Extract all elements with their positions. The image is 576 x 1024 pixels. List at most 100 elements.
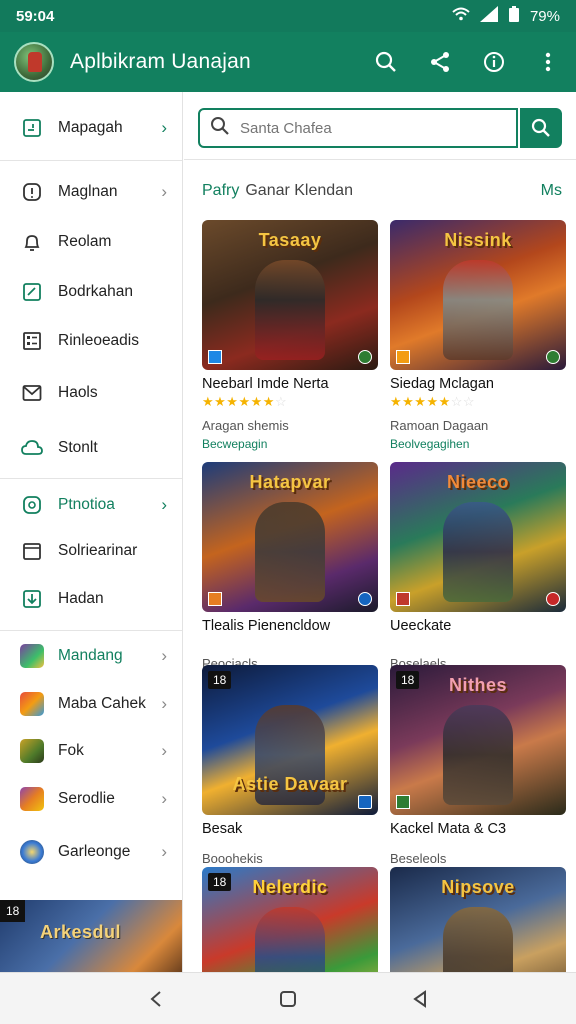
sidebar-item-fok[interactable]: Fok › [0,729,182,773]
divider [0,160,182,161]
game-logo: Nipsove [441,877,515,897]
sidebar-promo-banner[interactable]: 18 Arkesdul [0,900,182,972]
chevron-right-icon: › [161,741,167,760]
sidebar-item-haols[interactable]: Haols [0,371,182,415]
game-thumbnail: Hatapvar [202,462,378,612]
game-tag[interactable]: Beolvegagihen [390,437,566,451]
game-thumbnail: 18 Astie Davaar [202,665,378,815]
sidebar-item-solriearinar[interactable]: Solriearinar [0,529,182,573]
sidebar-item-mandang[interactable]: Mandang › [0,634,182,678]
game-character-art [443,502,513,602]
battery-percent: 79% [529,7,560,25]
sidebar-item-label: Solriearinar [58,542,138,559]
main-content: Pafry Ganar Klendan Ms Tasaay Neebarl Im… [184,92,576,972]
game-title: Neebarl Imde Nerta [202,376,329,392]
edit-box-icon [20,280,44,304]
sidebar-item-stonlt[interactable]: Stonlt [0,426,182,470]
game-character-art [443,907,513,972]
search-input[interactable] [240,119,490,137]
sidebar-item-maba-cahek[interactable]: Maba Cahek › [0,682,182,726]
sidebar-item-maglnan[interactable]: Maglnan › [0,170,182,214]
game-card[interactable]: Tasaay Neebarl Imde Nerta ★★★★★★☆ Aragan… [202,220,378,451]
game-card[interactable]: 18 Nelerdic [202,867,378,972]
app-bar: Aplbikram Uanajan [0,32,576,92]
system-nav-bar [0,972,576,1024]
see-more-link[interactable]: Ms [541,182,562,200]
game-thumbnail: Tasaay [202,220,378,370]
sidebar-item-label: Maba Cahek [58,695,146,712]
game-developer: Booohekis [202,851,263,866]
divider [0,478,182,479]
sidebar-item-label: Fok [58,742,84,759]
chevron-right-icon: › [161,646,167,665]
game-card[interactable]: Nieeco Ueeckate Boselaels [390,462,566,671]
game-logo: Hatapvar [249,472,331,492]
grid-list-icon [20,329,44,353]
game-logo: Astie Davaar [232,774,348,794]
chevron-right-icon: › [161,842,167,861]
banner-title: Arkesdul [40,922,122,942]
game-thumbnail: Nieeco [390,462,566,612]
game-logo: Nelerdic [252,877,328,897]
platform-badge-icon [396,795,410,809]
platform-badge-icon [396,592,410,606]
chevron-right-icon: › [161,789,167,808]
status-bar: 59:04 79% [0,0,576,32]
sidebar-item-serodlie[interactable]: Serodlie › [0,777,182,821]
sidebar-item-label: Rinleoeadis [58,332,139,349]
app-logo[interactable] [14,42,54,82]
rating-badge-icon [358,795,372,809]
sidebar-item-label: Garleonge [58,843,131,860]
sidebar-item-rinleoeadis[interactable]: Rinleoeadis [0,319,182,363]
mail-icon [20,381,44,405]
sidebar-item-label: Reolam [58,233,112,250]
game-title: Kackel Mata & C3 [390,821,507,837]
game-card[interactable]: 18 Nithes Kackel Mata & C3 Beseleols [390,665,566,866]
recents-icon[interactable] [406,985,434,1013]
game-title: Besak [202,821,243,837]
sidebar-item-garleonge[interactable]: Garleonge › [0,830,182,874]
search-icon[interactable] [372,48,400,76]
platform-badge-icon [396,350,410,364]
info-card-icon [20,180,44,204]
more-vert-icon[interactable] [534,48,562,76]
star-rating: ★★★★★☆☆ [390,394,476,409]
sidebar-item-ptnotioa[interactable]: Ptnotioa › [0,483,182,527]
chevron-right-icon: › [161,118,167,137]
sidebar-item-mapagah[interactable]: Mapagah › [0,106,182,150]
divider [0,630,182,631]
search-field[interactable] [198,108,518,148]
section-title: Ganar Klendan [245,182,353,199]
game-card[interactable]: Nipsove [390,867,566,972]
chevron-right-icon: › [161,182,167,201]
game-character-art [255,260,325,360]
timer-icon [20,493,44,517]
home-icon[interactable] [274,985,302,1013]
game-title: Ueeckate [390,618,452,634]
game-logo: Nieeco [446,472,510,492]
search-button[interactable] [520,108,562,148]
back-icon[interactable] [142,985,170,1013]
game-logo: Nissink [444,230,512,250]
sidebar: Mapagah › Maglnan › Reolam Bodrkahan Rin… [0,92,183,972]
sidebar-item-hadan[interactable]: Hadan [0,577,182,621]
calendar-icon [20,539,44,563]
share-icon[interactable] [426,48,454,76]
game-icon-3 [20,739,44,763]
game-card[interactable]: Nissink Siedag Mclagan ★★★★★☆☆ Ramoan Da… [390,220,566,451]
chevron-right-icon: › [161,694,167,713]
sidebar-item-label: Mapagah [58,119,123,136]
game-title: Tlealis Pienencldow [202,618,331,634]
info-icon[interactable] [480,48,508,76]
game-thumbnail: Nissink [390,220,566,370]
game-thumbnail: Nipsove [390,867,566,972]
rating-badge-icon [358,592,372,606]
sidebar-item-bodrkahan[interactable]: Bodrkahan [0,270,182,314]
game-title: Siedag Mclagan [390,376,494,392]
game-icon-4 [20,787,44,811]
game-card[interactable]: Hatapvar Tlealis Pienencldow Peociacls [202,462,378,671]
bell-icon [20,230,44,254]
game-card[interactable]: 18 Astie Davaar Besak Booohekis [202,665,378,866]
sidebar-item-reolam[interactable]: Reolam [0,220,182,264]
game-tag[interactable]: Becwepagin [202,437,378,451]
